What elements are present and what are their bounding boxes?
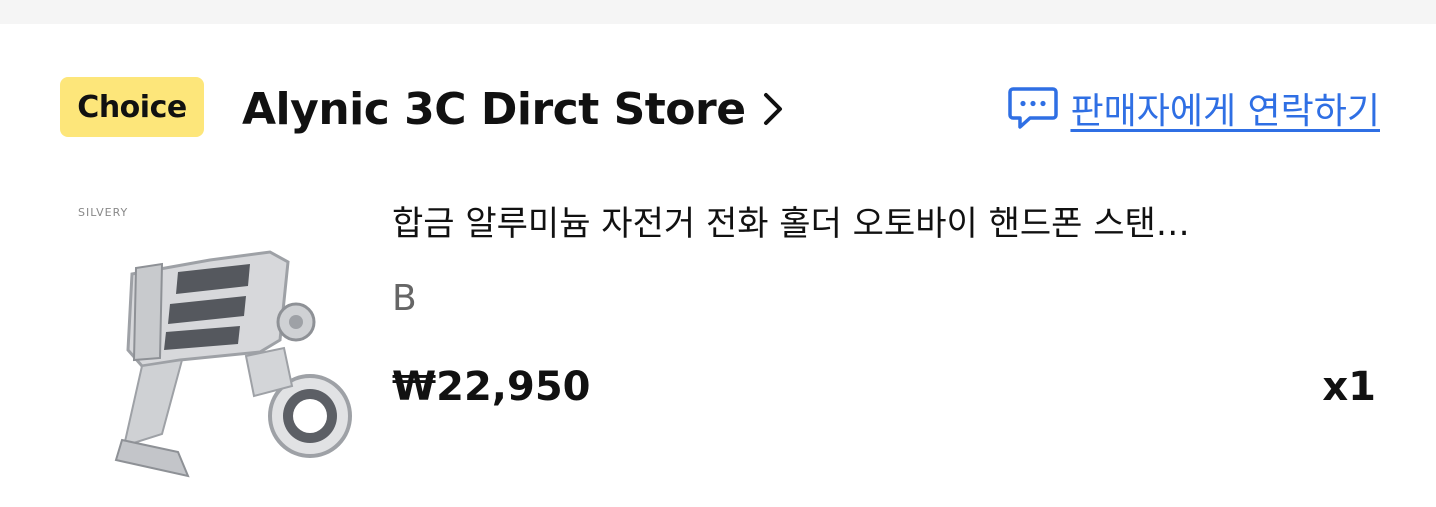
- store-name: Alynic 3C Dirct Store: [242, 83, 746, 135]
- chat-bubble-icon: [1008, 85, 1059, 131]
- phone-holder-illustration: [114, 250, 352, 478]
- product-title[interactable]: 합금 알루미늄 자전거 전화 홀더 오토바이 핸드폰 스탠…: [392, 196, 1362, 245]
- chevron-right-icon: [762, 89, 792, 129]
- choice-badge: Choice: [60, 77, 204, 137]
- contact-seller-label: 판매자에게 연락하기: [1070, 91, 1380, 132]
- store-name-link[interactable]: Alynic 3C Dirct Store: [242, 74, 792, 144]
- store-header: Choice Alynic 3C Dirct Store 판매자에게 연락하기: [0, 24, 1436, 174]
- product-price: ₩22,950: [392, 364, 591, 410]
- product-image[interactable]: SILVERY: [70, 190, 370, 490]
- product-quantity: x1: [1322, 364, 1376, 410]
- order-item: SILVERY 합금 알루미늄 자전거 전화 홀더 오토바이 핸드폰 스탠… B…: [0, 190, 1436, 490]
- top-divider-strip: [0, 0, 1436, 24]
- contact-seller-link[interactable]: 판매자에게 연락하기: [1008, 82, 1380, 134]
- image-caption: SILVERY: [78, 206, 129, 219]
- product-variant: B: [392, 278, 417, 319]
